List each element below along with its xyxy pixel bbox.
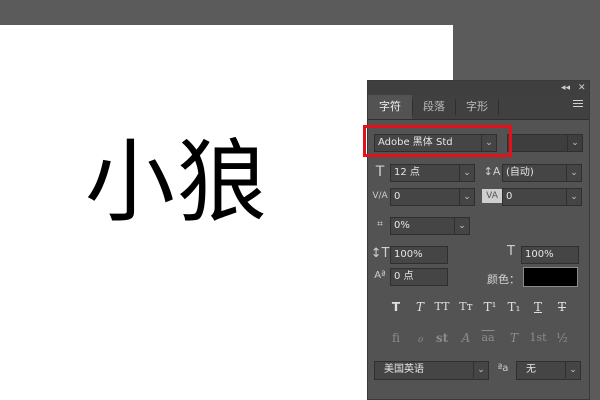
kerning-input[interactable]: 0 ⌄ bbox=[390, 188, 475, 206]
chevron-down-icon: ⌄ bbox=[567, 135, 582, 151]
panel-menu-icon[interactable] bbox=[573, 100, 583, 109]
tsume-value: 0% bbox=[394, 220, 410, 231]
tracking-icon: VA bbox=[482, 189, 502, 203]
vertical-scale-icon: ↕T bbox=[370, 246, 390, 261]
strikethrough-button[interactable]: T bbox=[552, 298, 572, 316]
leading-input[interactable]: (自动) ⌄ bbox=[502, 164, 582, 182]
text-color-swatch[interactable] bbox=[523, 267, 578, 287]
tsume-input[interactable]: 0% ⌄ bbox=[390, 217, 470, 235]
chevron-down-icon: ⌄ bbox=[454, 218, 469, 234]
chevron-down-icon: ⌄ bbox=[473, 362, 488, 378]
font-size-value: 12 点 bbox=[394, 167, 420, 178]
faux-italic-button[interactable]: T bbox=[410, 298, 430, 316]
vertical-scale-value: 100% bbox=[394, 249, 423, 260]
horizontal-scale-icon: T bbox=[507, 244, 515, 259]
baseline-shift-input[interactable]: 0 点 bbox=[390, 268, 448, 286]
kerning-value: 0 bbox=[394, 191, 401, 202]
swash-button[interactable]: A bbox=[456, 329, 476, 347]
panel-titlebar: ◂◂ ✕ bbox=[368, 81, 589, 95]
baseline-shift-icon: Aª bbox=[374, 270, 386, 281]
chevron-down-icon: ⌄ bbox=[459, 189, 474, 205]
close-icon[interactable]: ✕ bbox=[578, 82, 586, 94]
font-size-icon: T bbox=[375, 164, 385, 180]
collapse-icon[interactable]: ◂◂ bbox=[561, 82, 570, 94]
st-ligature-button[interactable]: st bbox=[432, 329, 452, 347]
stylistic-alternates-button[interactable]: aa bbox=[478, 329, 498, 347]
ligature-button[interactable]: fi bbox=[386, 329, 406, 347]
horizontal-scale-input[interactable]: 100% bbox=[521, 246, 579, 264]
leading-value: (自动) bbox=[506, 167, 534, 178]
canvas-text: 小狼 bbox=[85, 130, 269, 235]
kerning-icon: V/A bbox=[372, 191, 388, 201]
tracking-input[interactable]: 0 ⌄ bbox=[502, 188, 582, 206]
vertical-scale-input[interactable]: 100% bbox=[390, 246, 448, 264]
chevron-down-icon: ⌄ bbox=[565, 362, 580, 378]
chevron-down-icon: ⌄ bbox=[459, 165, 474, 181]
underline-button[interactable]: T bbox=[528, 298, 548, 316]
chevron-down-icon: ⌄ bbox=[566, 189, 581, 205]
language-value: 美国英语 bbox=[384, 364, 424, 375]
anti-alias-value: 无 bbox=[526, 364, 536, 375]
anti-alias-select[interactable]: 无 ⌄ bbox=[516, 361, 581, 380]
highlight-box bbox=[363, 125, 512, 157]
small-caps-button[interactable]: Tт bbox=[456, 298, 476, 316]
faux-bold-button[interactable]: T bbox=[386, 298, 406, 316]
titling-alternates-button[interactable]: T bbox=[504, 329, 524, 347]
color-label: 颜色： bbox=[487, 273, 520, 286]
discretionary-ligature-button[interactable]: ℴ bbox=[410, 329, 430, 347]
anti-alias-icon: ªa bbox=[497, 363, 509, 374]
panel-tabs: 字符 段落 字形 bbox=[368, 95, 589, 120]
font-size-input[interactable]: 12 点 ⌄ bbox=[390, 164, 475, 182]
language-select[interactable]: 美国英语 ⌄ bbox=[374, 361, 489, 380]
tab-divider bbox=[498, 99, 499, 115]
leading-icon: ↕A bbox=[483, 165, 501, 178]
subscript-button[interactable]: T₁ bbox=[504, 298, 524, 316]
tab-glyphs[interactable]: 字形 bbox=[456, 95, 498, 119]
tracking-value: 0 bbox=[506, 191, 513, 202]
font-style-select[interactable]: ⌄ bbox=[507, 134, 583, 152]
fractions-button[interactable]: ½ bbox=[552, 329, 572, 347]
baseline-shift-value: 0 点 bbox=[394, 271, 414, 282]
tab-character[interactable]: 字符 bbox=[368, 95, 412, 119]
ordinals-button[interactable]: 1st bbox=[526, 329, 550, 347]
chevron-down-icon: ⌄ bbox=[566, 165, 581, 181]
all-caps-button[interactable]: TT bbox=[432, 298, 452, 316]
superscript-button[interactable]: T¹ bbox=[480, 298, 500, 316]
tsume-icon: ⌗ bbox=[377, 219, 383, 230]
horizontal-scale-value: 100% bbox=[525, 249, 554, 260]
tab-paragraph[interactable]: 段落 bbox=[413, 95, 455, 119]
